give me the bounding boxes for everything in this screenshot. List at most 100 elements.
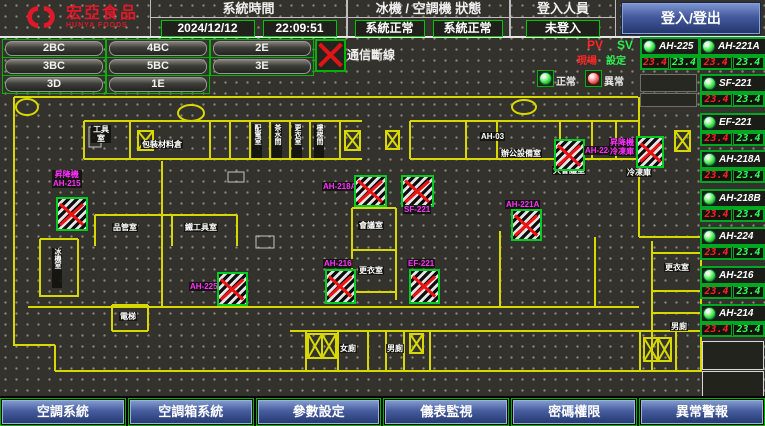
floor-cell: 3E xyxy=(210,57,314,76)
normal-lamp-icon xyxy=(537,70,554,87)
room-label-qc: 品管室 xyxy=(112,223,138,232)
unit-values-ef-221: 23.423.4 xyxy=(700,132,765,146)
nav-cell: 空調系統 xyxy=(0,398,126,426)
unit-ef-221[interactable]: EF-221 xyxy=(700,113,765,132)
room-label-small1: 配電室 xyxy=(252,124,262,158)
floor-cell: 3BC xyxy=(2,57,106,76)
equipment-status-icon-ah218a[interactable] xyxy=(354,175,387,207)
nav-button-password-permission[interactable]: 密碼權限 xyxy=(513,400,635,424)
unit-values-ah-221a: 23.423.4 xyxy=(699,56,765,70)
pv-name-label: 現場 xyxy=(577,52,597,67)
room-label-locker: 更衣室 xyxy=(358,266,384,275)
empty-unit-slot xyxy=(702,371,764,397)
unit-ah-214[interactable]: AH-214 xyxy=(700,304,765,323)
unit-lamp-icon xyxy=(703,116,716,129)
unit-ah-225[interactable]: AH-225 xyxy=(640,37,700,56)
top-bar: 宏亞食品 HUNYA FOODS 系統時間 2024/12/12 22:09:5… xyxy=(0,0,765,38)
nav-button-ac-system[interactable]: 空調系統 xyxy=(2,400,124,424)
floor-button-4bc[interactable]: 4BC xyxy=(109,41,207,56)
room-label-packaging: 包裝材料倉 xyxy=(141,140,183,149)
unit-ah-221a[interactable]: AH-221A xyxy=(699,37,765,56)
unit-values-ah-218b: 23.423.4 xyxy=(700,208,765,222)
login-logout-button[interactable]: 登入/登出 xyxy=(622,3,760,34)
equipment-status-icon-ah221a[interactable] xyxy=(511,209,542,241)
empty-unit-slot xyxy=(702,341,764,370)
abnormal-label: 異常 xyxy=(604,73,624,88)
ac-status: 系統正常 xyxy=(433,20,503,37)
unit-lamp-icon xyxy=(703,307,716,320)
room-label-small3: 更衣室 xyxy=(292,124,302,158)
equipment-label-ah218a: AH-218A xyxy=(322,182,357,191)
unit-lamp-icon xyxy=(703,192,716,205)
system-time-label: 系統時間 xyxy=(151,0,346,18)
unit-ah-218a[interactable]: AH-218A xyxy=(700,150,765,169)
equipment-status-icon-sf221[interactable] xyxy=(401,175,434,207)
nav-cell: 異常警報 xyxy=(639,398,765,426)
unit-lamp-icon xyxy=(703,269,716,282)
room-label-tool: 工具室 xyxy=(91,125,111,143)
nav-button-meter-monitor[interactable]: 儀表監視 xyxy=(385,400,507,424)
nav-cell: 參數設定 xyxy=(256,398,382,426)
room-label-chiller: 冰機室 xyxy=(52,248,62,288)
floor-cell: 1E xyxy=(106,75,210,94)
nav-button-alarm[interactable]: 異常警報 xyxy=(641,400,763,424)
app-logo: 宏亞食品 HUNYA FOODS xyxy=(22,2,138,32)
equipment-status-icon-ah216[interactable] xyxy=(325,269,356,304)
floor-button-1e[interactable]: 1E xyxy=(109,77,207,92)
bottom-nav-bar: 空調系統 空調箱系統 參數設定 儀表監視 密碼權限 異常警報 xyxy=(0,396,765,426)
empty-slot xyxy=(640,93,697,107)
unit-ah-218b[interactable]: AH-218B xyxy=(700,189,765,208)
equipment-status-icon-freezer-lift[interactable] xyxy=(636,136,664,168)
machine-status-label: 冰機 / 空調機 狀態 xyxy=(348,0,509,18)
unit-lamp-icon xyxy=(703,153,716,166)
floor-button-2e[interactable]: 2E xyxy=(213,41,311,56)
room-label-tool2: 鐵工具室 xyxy=(184,223,218,232)
equipment-label-ef221: EF-221 xyxy=(407,259,435,268)
unit-values-sf-221: 23.423.4 xyxy=(700,93,765,107)
pv-label: PV xyxy=(587,38,603,52)
nav-button-ahu-system[interactable]: 空調箱系統 xyxy=(130,400,252,424)
time-display: 22:09:51 xyxy=(263,20,337,37)
normal-label: 正常 xyxy=(556,73,576,88)
equipment-label-freezer-lift: 昇降機冷凍庫 xyxy=(609,138,635,156)
floor-button-2bc[interactable]: 2BC xyxy=(5,41,103,56)
machine-status-section: 冰機 / 空調機 狀態 系統正常 系統正常 xyxy=(347,0,510,36)
room-label-men-toilet: 男廁 xyxy=(386,344,404,353)
floor-cell: 2E xyxy=(210,39,314,58)
unit-values-ah-214: 23.423.4 xyxy=(700,323,765,337)
room-label-men-toilet2: 男廁 xyxy=(670,322,688,331)
nav-cell: 儀表監視 xyxy=(383,398,509,426)
unit-lamp-icon xyxy=(702,40,715,53)
system-time-section: 系統時間 2024/12/12 22:09:51 xyxy=(150,0,347,36)
sv-name-label: 設定 xyxy=(606,52,626,67)
login-status: 未登入 xyxy=(526,20,600,37)
unit-sf-221[interactable]: SF-221 xyxy=(700,74,765,93)
room-label-locker2: 更衣室 xyxy=(664,263,690,272)
room-label-freezer: 冷凍庫 xyxy=(626,168,652,177)
unit-ah-224[interactable]: AH-224 xyxy=(700,227,765,246)
sv-label: SV xyxy=(617,38,633,52)
floor-button-3bc[interactable]: 3BC xyxy=(5,59,103,74)
floor-button-3d[interactable]: 3D xyxy=(5,77,103,92)
room-label-small4: 樓梯間 xyxy=(314,124,324,158)
equipment-status-icon-ah225[interactable] xyxy=(217,272,248,306)
equipment-status-icon-ef221[interactable] xyxy=(409,269,440,304)
login-section: 登入人員 未登入 xyxy=(510,0,616,36)
nav-button-parameter-settings[interactable]: 參數設定 xyxy=(258,400,380,424)
equipment-status-icon-ah224[interactable] xyxy=(554,139,585,171)
unit-lamp-icon xyxy=(703,230,716,243)
chiller-status: 系統正常 xyxy=(355,20,425,37)
nav-cell: 密碼權限 xyxy=(511,398,637,426)
logo-subtitle: HUNYA FOODS xyxy=(66,22,138,29)
room-label-women-toilet: 女廁 xyxy=(339,344,357,353)
equipment-label-ah215: 昇降機AH-215 xyxy=(52,170,82,188)
equipment-status-icon-ah215[interactable] xyxy=(56,197,88,231)
floor-button-3e[interactable]: 3E xyxy=(213,59,311,74)
room-label-meeting: 會議室 xyxy=(358,221,384,230)
login-label: 登入人員 xyxy=(511,0,615,18)
unit-lamp-icon xyxy=(703,77,716,90)
unit-ah-216[interactable]: AH-216 xyxy=(700,266,765,285)
room-label-elevator: 電梯 xyxy=(119,312,137,321)
nav-cell: 空調箱系統 xyxy=(128,398,254,426)
floor-button-5bc[interactable]: 5BC xyxy=(109,59,207,74)
